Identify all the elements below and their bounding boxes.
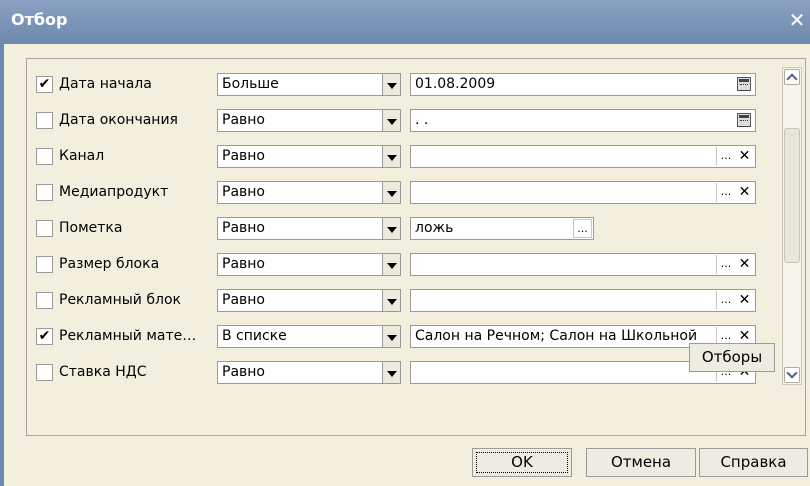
value-field[interactable]: ...✕ bbox=[410, 145, 756, 168]
condition-select[interactable]: Равно bbox=[217, 181, 401, 204]
select-ellipsis-button[interactable]: ... bbox=[716, 183, 735, 202]
value-field[interactable]: ложь... bbox=[410, 217, 594, 240]
chevron-down-icon[interactable] bbox=[382, 73, 401, 96]
select-ellipsis-button[interactable]: ... bbox=[716, 255, 735, 274]
ok-button[interactable]: OK bbox=[472, 448, 572, 477]
value-field[interactable]: 01.08.2009 bbox=[410, 73, 756, 96]
filter-row: Ставка НДСРавно...✕ bbox=[27, 359, 787, 387]
filter-row: Размер блока Равно... ✕ bbox=[27, 251, 787, 279]
filter-checkbox[interactable] bbox=[36, 148, 53, 165]
close-icon[interactable]: ✕ bbox=[786, 8, 808, 32]
scroll-up-icon[interactable] bbox=[784, 69, 800, 85]
filter-label: Ставка НДС bbox=[59, 364, 147, 380]
condition-value: Равно bbox=[222, 112, 265, 128]
filter-checkbox[interactable] bbox=[36, 184, 53, 201]
condition-select[interactable]: Больше bbox=[217, 73, 401, 96]
condition-value: Больше bbox=[222, 76, 279, 92]
condition-select[interactable]: Равно bbox=[217, 361, 401, 384]
value-text: Салон на Речном; Салон на Школьной bbox=[415, 328, 698, 344]
condition-value: Равно bbox=[222, 148, 265, 164]
filter-row: Канал Равно... ✕ bbox=[27, 143, 787, 171]
condition-select[interactable]: В списке bbox=[217, 325, 401, 348]
filter-label: Канал bbox=[59, 148, 105, 164]
chevron-down-icon[interactable] bbox=[382, 181, 401, 204]
clear-icon[interactable]: ✕ bbox=[735, 291, 754, 310]
condition-select[interactable]: Равно bbox=[217, 289, 401, 312]
filter-row: ✔ Рекламный мате… В списке Салон на Речном;… bbox=[27, 323, 787, 351]
condition-value: В списке bbox=[222, 328, 287, 344]
filter-row: Рекламный блок Равно... ✕ bbox=[27, 287, 787, 315]
filter-label: Дата окончания bbox=[59, 112, 178, 128]
filter-checkbox[interactable] bbox=[36, 364, 53, 381]
dialog-title: Отбор bbox=[11, 10, 68, 29]
filter-label: Размер блока bbox=[59, 256, 160, 272]
select-ellipsis-button[interactable]: ... bbox=[716, 291, 735, 310]
scroll-thumb[interactable] bbox=[784, 128, 800, 263]
filter-checkbox[interactable]: ✔ bbox=[36, 76, 53, 93]
filter-checkbox[interactable] bbox=[36, 112, 53, 129]
value-text: . . bbox=[415, 112, 429, 128]
calendar-icon[interactable] bbox=[737, 113, 751, 127]
chevron-down-icon[interactable] bbox=[382, 289, 401, 312]
chevron-down-icon[interactable] bbox=[382, 109, 401, 132]
chevron-down-icon[interactable] bbox=[382, 253, 401, 276]
value-field[interactable]: ...✕ bbox=[410, 181, 756, 204]
filter-row: Дата окончания Равно . . bbox=[27, 107, 787, 135]
clear-icon[interactable]: ✕ bbox=[735, 147, 754, 166]
scroll-down-icon[interactable] bbox=[784, 367, 800, 383]
clear-icon[interactable]: ✕ bbox=[735, 255, 754, 274]
chevron-down-icon[interactable] bbox=[382, 145, 401, 168]
filter-row: Медиапродукт Равно... ✕ bbox=[27, 179, 787, 207]
focus-rect bbox=[476, 452, 568, 473]
filter-checkbox[interactable] bbox=[36, 256, 53, 273]
chevron-down-icon[interactable] bbox=[382, 361, 401, 384]
filter-row: Пометка Равно ложь... bbox=[27, 215, 787, 243]
filter-label: Пометка bbox=[59, 220, 123, 236]
window-border bbox=[0, 44, 4, 486]
filter-checkbox[interactable] bbox=[36, 292, 53, 309]
value-field[interactable]: ...✕ bbox=[410, 289, 756, 312]
condition-value: Равно bbox=[222, 256, 265, 272]
filter-label: Дата начала bbox=[59, 76, 152, 92]
title-bar[interactable]: Отбор ✕ bbox=[0, 0, 810, 44]
filter-dialog: Отбор ✕ ✔ Дата начала Больше 01.08.2009 Дата… bbox=[0, 0, 810, 486]
clear-icon[interactable]: ✕ bbox=[735, 183, 754, 202]
filters-button[interactable]: Отборы bbox=[689, 343, 775, 372]
condition-select[interactable]: Равно bbox=[217, 145, 401, 168]
condition-value: Равно bbox=[222, 292, 265, 308]
vertical-scrollbar[interactable] bbox=[782, 67, 802, 385]
select-ellipsis-button[interactable]: ... bbox=[573, 219, 592, 238]
help-button[interactable]: Справка bbox=[699, 448, 808, 477]
value-text: 01.08.2009 bbox=[415, 76, 496, 92]
condition-value: Равно bbox=[222, 364, 265, 380]
value-text: ложь bbox=[415, 220, 454, 236]
chevron-down-icon[interactable] bbox=[382, 217, 401, 240]
filter-label: Рекламный блок bbox=[59, 292, 181, 308]
select-ellipsis-button[interactable]: ... bbox=[716, 147, 735, 166]
filter-row: ✔ Дата начала Больше 01.08.2009 bbox=[27, 71, 787, 99]
filter-checkbox[interactable] bbox=[36, 220, 53, 237]
calendar-icon[interactable] bbox=[737, 77, 751, 91]
value-field[interactable]: ...✕ bbox=[410, 253, 756, 276]
value-field[interactable]: . . bbox=[410, 109, 756, 132]
filter-label: Рекламный мате… bbox=[59, 328, 197, 344]
filter-panel: ✔ Дата начала Больше 01.08.2009 Дата окончан… bbox=[26, 58, 806, 436]
condition-select[interactable]: Равно bbox=[217, 109, 401, 132]
filter-label: Медиапродукт bbox=[59, 184, 169, 200]
condition-select[interactable]: Равно bbox=[217, 217, 401, 240]
cancel-button[interactable]: Отмена bbox=[586, 448, 696, 477]
condition-select[interactable]: Равно bbox=[217, 253, 401, 276]
filter-checkbox[interactable]: ✔ bbox=[36, 328, 53, 345]
condition-value: Равно bbox=[222, 220, 265, 236]
chevron-down-icon[interactable] bbox=[382, 325, 401, 348]
condition-value: Равно bbox=[222, 184, 265, 200]
